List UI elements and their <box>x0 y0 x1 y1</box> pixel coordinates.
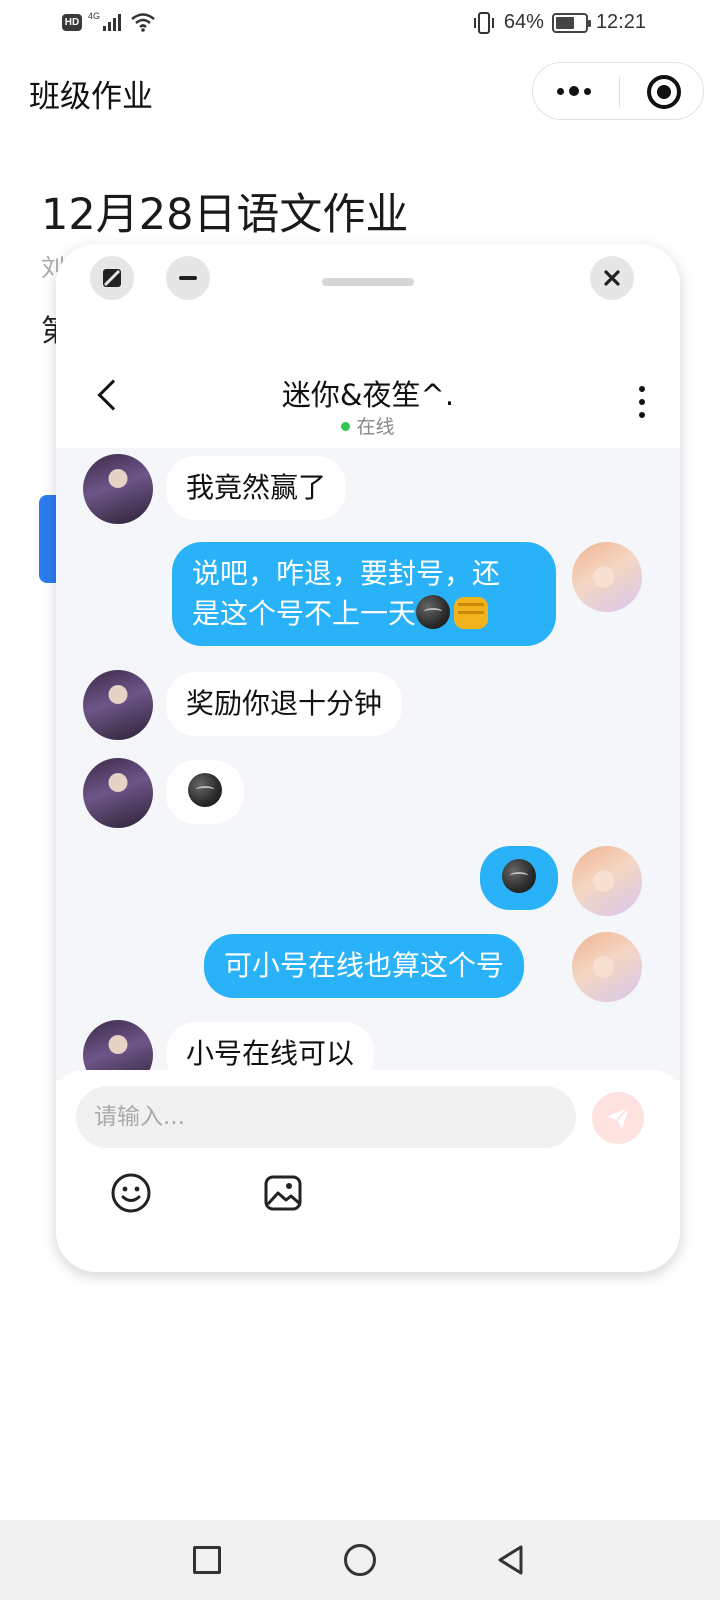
minimize-icon <box>179 276 197 280</box>
wifi-icon <box>131 13 155 32</box>
app-title: 班级作业 <box>29 79 153 115</box>
recents-icon[interactable] <box>193 1546 221 1574</box>
more-icon[interactable] <box>557 81 597 101</box>
system-nav-bar <box>0 1520 720 1600</box>
message-input[interactable] <box>76 1086 576 1148</box>
close-icon <box>604 270 620 286</box>
message-bubble-left[interactable] <box>166 760 244 824</box>
my-avatar[interactable] <box>572 542 642 612</box>
message-text-line2: 是这个号不上一天 <box>192 597 417 630</box>
online-status: 在线 <box>56 412 680 439</box>
page-heading: 12月28日语文作业 <box>41 190 409 240</box>
smirk-emoji-icon <box>502 859 536 893</box>
my-avatar[interactable] <box>572 932 642 1002</box>
battery-icon <box>551 12 591 33</box>
mini-program-capsule <box>532 62 704 120</box>
contact-avatar[interactable] <box>83 670 153 740</box>
online-status-text: 在线 <box>356 416 395 438</box>
smirk-emoji-icon <box>416 595 451 629</box>
hd-badge: HD <box>62 13 82 31</box>
expand-icon <box>103 269 121 287</box>
send-icon <box>607 1106 630 1129</box>
back-nav-icon[interactable] <box>495 1544 527 1576</box>
message-bubble-right[interactable]: 可小号在线也算这个号 <box>204 934 525 998</box>
drag-handle[interactable] <box>322 278 414 286</box>
my-avatar[interactable] <box>572 846 642 916</box>
battery-fill <box>555 16 574 29</box>
smile-icon[interactable] <box>110 1172 152 1214</box>
message-bubble-right[interactable] <box>480 846 558 910</box>
clock: 12:21 <box>595 11 646 33</box>
network-type: 4G <box>88 11 101 21</box>
message-bubble-left[interactable]: 奖励你退十分钟 <box>166 672 403 736</box>
message-bubble-right[interactable]: 说吧，咋退，要封号，还 是这个号不上一天 <box>172 542 556 646</box>
input-bar <box>56 1070 680 1272</box>
battery-percent: 64% <box>503 11 544 33</box>
close-miniprogram-icon[interactable] <box>647 75 681 109</box>
send-button[interactable] <box>592 1092 644 1144</box>
more-vertical-icon[interactable] <box>638 386 646 418</box>
status-bar: HD 4G 64% 12:21 <box>0 0 720 50</box>
image-icon[interactable] <box>262 1172 304 1214</box>
message-bubble-left[interactable]: 我竟然赢了 <box>166 456 347 520</box>
expand-button[interactable] <box>90 256 134 300</box>
close-button[interactable] <box>590 256 634 300</box>
contact-avatar[interactable] <box>83 758 153 828</box>
online-dot <box>341 422 351 431</box>
contact-avatar[interactable] <box>83 454 153 524</box>
contact-name: 迷你&夜笙^. <box>281 378 455 412</box>
message-list[interactable]: 我竟然赢了 说吧，咋退，要封号，还 是这个号不上一天 奖励你退十分钟 可小号在线… <box>56 448 680 1080</box>
capsule-divider <box>619 77 620 107</box>
smirk-emoji-icon <box>188 773 222 807</box>
minimize-button[interactable] <box>166 256 210 300</box>
chat-header: 迷你&夜笙^. 在线 <box>56 354 680 448</box>
message-text-line1: 说吧，咋退，要封号，还 <box>192 557 501 590</box>
vibrate-icon <box>473 11 494 34</box>
chat-panel: 迷你&夜笙^. 在线 我竟然赢了 说吧，咋退，要封号，还 是这个号不上一天 奖励… <box>56 244 680 1272</box>
status-right: 64% 12:21 <box>472 11 646 34</box>
signal-icon <box>103 14 122 31</box>
status-left: HD 4G <box>62 11 156 32</box>
fist-emoji-icon <box>454 597 489 629</box>
home-icon[interactable] <box>344 1544 376 1576</box>
